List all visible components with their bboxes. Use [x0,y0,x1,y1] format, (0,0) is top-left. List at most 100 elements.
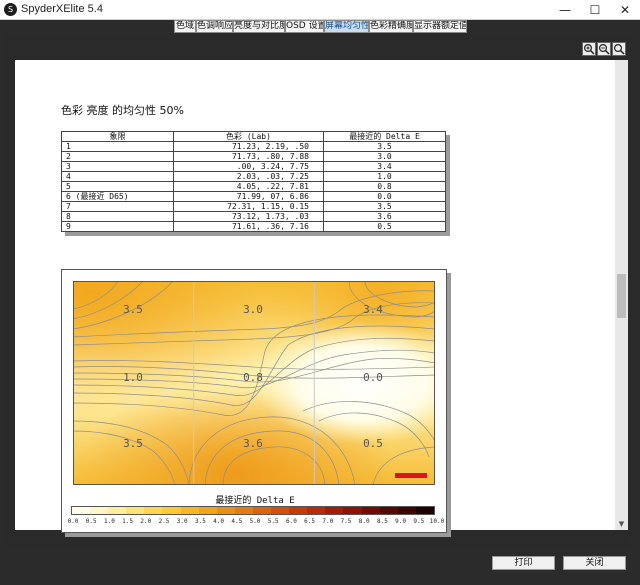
table-row: 7 72.31, 1.15, 0.15 3.5 [61,201,446,212]
table-row: 8 73.12, 1.73, .03 3.6 [61,211,446,222]
zoom-in-icon[interactable] [582,42,596,56]
quadrant-label: 3.6 [243,437,263,450]
tab-display-rating[interactable]: 显示器额定值 [413,20,467,33]
table-row: 9 71.61, .36, 7.16 0.5 [61,221,446,232]
scale-tick-label: 5.0 [249,518,261,525]
close-window-button[interactable]: ✕ [610,0,640,20]
scale-tick-label: 10.0 [429,518,445,525]
tab-tone-response[interactable]: 色调响应 [196,20,233,33]
quadrant-cell: 5 [61,181,174,192]
heatmap-legend-title: 最接近的 Delta E [215,496,295,506]
delta-e-cell: 3.6 [323,211,446,222]
scale-swatch [126,507,145,514]
scale-swatch [72,507,91,514]
quadrant-label: 0.5 [363,437,383,450]
scale-tick-label: 9.5 [413,518,425,525]
scale-tick-label: 4.5 [231,518,243,525]
tab-gamut[interactable]: 色域 [174,20,196,33]
delta-e-color-scale [71,506,435,515]
report-frame: 色彩 亮度 的均匀性 50% 象限 色彩 (Lab) 最接近的 Delta E … [3,34,631,546]
uniformity-heatmap: 3.5 3.0 3.4 1.0 0.8 0.0 3.5 3.6 0.5 [73,281,435,485]
quadrant-label: 3.0 [243,303,263,316]
scale-tick-label: 8.5 [376,518,388,525]
tab-osd-settings[interactable]: OSD 设置 [285,20,324,33]
scale-swatch [234,507,253,514]
minimize-button[interactable]: — [550,0,580,20]
scale-swatch [325,507,344,514]
uniformity-heatmap-panel: 3.5 3.0 3.4 1.0 0.8 0.0 3.5 3.6 0.5 最接近的 Delta E… [61,269,447,533]
column-header-quadrant: 象限 [61,131,174,142]
scale-swatch [379,507,398,514]
lab-value-cell: .00, 3.24, 7.75 [173,161,324,172]
brand-mark-icon [395,473,427,478]
column-header-lab: 色彩 (Lab) [173,131,324,142]
quadrant-label: 0.0 [363,371,383,384]
zoom-fit-icon[interactable] [612,42,626,56]
scale-tick-label: 5.5 [267,518,279,525]
quadrant-label: 3.5 [123,437,143,450]
scale-tick-label: 7.0 [322,518,334,525]
scale-tick-label: 9.0 [395,518,407,525]
scroll-down-icon[interactable]: ▼ [615,518,628,530]
quadrant-cell: 9 [61,221,174,232]
scale-swatch [162,507,181,514]
print-button[interactable]: 打印 [492,556,555,570]
quadrant-cell: 7 [61,201,174,212]
scale-tick-label: 2.0 [140,518,152,525]
scale-tick-label: 3.5 [194,518,206,525]
uniformity-table: 象限 色彩 (Lab) 最接近的 Delta E 1 71.23, 2.19, .… [61,131,446,232]
table-body: 1 71.23, 2.19, .50 3.5 2 71.73, .80, 7.88 3.0… [61,141,446,232]
scale-swatch [307,507,326,514]
column-header-delta-e: 最接近的 Delta E [323,131,446,142]
table-row: 6 (最接近 D65) 71.99, 07, 6.86 0.0 [61,191,446,202]
scale-swatch [90,507,109,514]
quadrant-cell: 6 (最接近 D65) [61,191,174,202]
tab-brightness-contrast[interactable]: 亮度与对比度 [233,20,285,33]
lab-value-cell: 73.12, 1.73, .03 [173,211,324,222]
lab-value-cell: 71.61, .36, 7.16 [173,221,324,232]
delta-e-cell: 1.0 [323,171,446,182]
quadrant-label: 0.8 [243,371,263,384]
scale-tick-label: 6.0 [285,518,297,525]
delta-e-cell: 3.4 [323,161,446,172]
scale-tick-label: 7.5 [340,518,352,525]
quadrant-cell: 8 [61,211,174,222]
scale-swatch [198,507,217,514]
maximize-button[interactable]: ☐ [580,0,610,20]
delta-e-scale-ticks: 0.0 0.5 1.0 1.5 2.0 2.5 3.0 3.5 4.0 4.5 5.0 5.5 6.0 6… [64,518,445,528]
table-header-row: 象限 色彩 (Lab) 最接近的 Delta E [61,131,446,142]
quadrant-cell: 4 [61,171,174,182]
report-title: 色彩 亮度 的均匀性 50% [61,104,184,117]
table-row: 5 4.05, .22, 7.81 0.8 [61,181,446,192]
tab-bar: 色域 色调响应 亮度与对比度 OSD 设置 屏幕均匀性 色彩精确度 显示器额定值 [0,20,640,33]
scale-tick-label: 0.0 [67,518,79,525]
app-logo-icon: S [4,3,17,16]
lab-value-cell: 4.05, .22, 7.81 [173,181,324,192]
scale-swatch [180,507,199,514]
zoom-toolbar [3,34,631,58]
lab-value-cell: 71.73, .80, 7.88 [173,151,324,162]
title-bar: S SpyderXElite 5.4 — ☐ ✕ [0,0,640,20]
scale-tick-label: 0.5 [85,518,97,525]
quadrant-label: 1.0 [123,371,143,384]
quadrant-label: 3.5 [123,303,143,316]
lab-value-cell: 72.31, 1.15, 0.15 [173,201,324,212]
window-title: SpyderXElite 5.4 [21,3,103,15]
lab-value-cell: 71.23, 2.19, .50 [173,141,324,152]
quadrant-cell: 2 [61,151,174,162]
zoom-out-icon[interactable] [597,42,611,56]
scrollbar-thumb[interactable] [617,274,626,318]
scale-tick-label: 1.0 [103,518,115,525]
scale-swatch [108,507,127,514]
quadrant-cell: 3 [61,161,174,172]
delta-e-cell: 3.5 [323,201,446,212]
tab-color-accuracy[interactable]: 色彩精确度 [369,20,413,33]
delta-e-cell: 0.0 [323,191,446,202]
lab-value-cell: 2.03, .03, 7.25 [173,171,324,182]
lab-value-cell: 71.99, 07, 6.86 [173,191,324,202]
scale-tick-label: 3.0 [176,518,188,525]
close-button[interactable]: 关闭 [563,556,626,570]
scale-swatch [289,507,308,514]
tab-screen-uniformity[interactable]: 屏幕均匀性 [324,20,369,33]
report-page: 色彩 亮度 的均匀性 50% 象限 色彩 (Lab) 最接近的 Delta E … [15,60,615,533]
